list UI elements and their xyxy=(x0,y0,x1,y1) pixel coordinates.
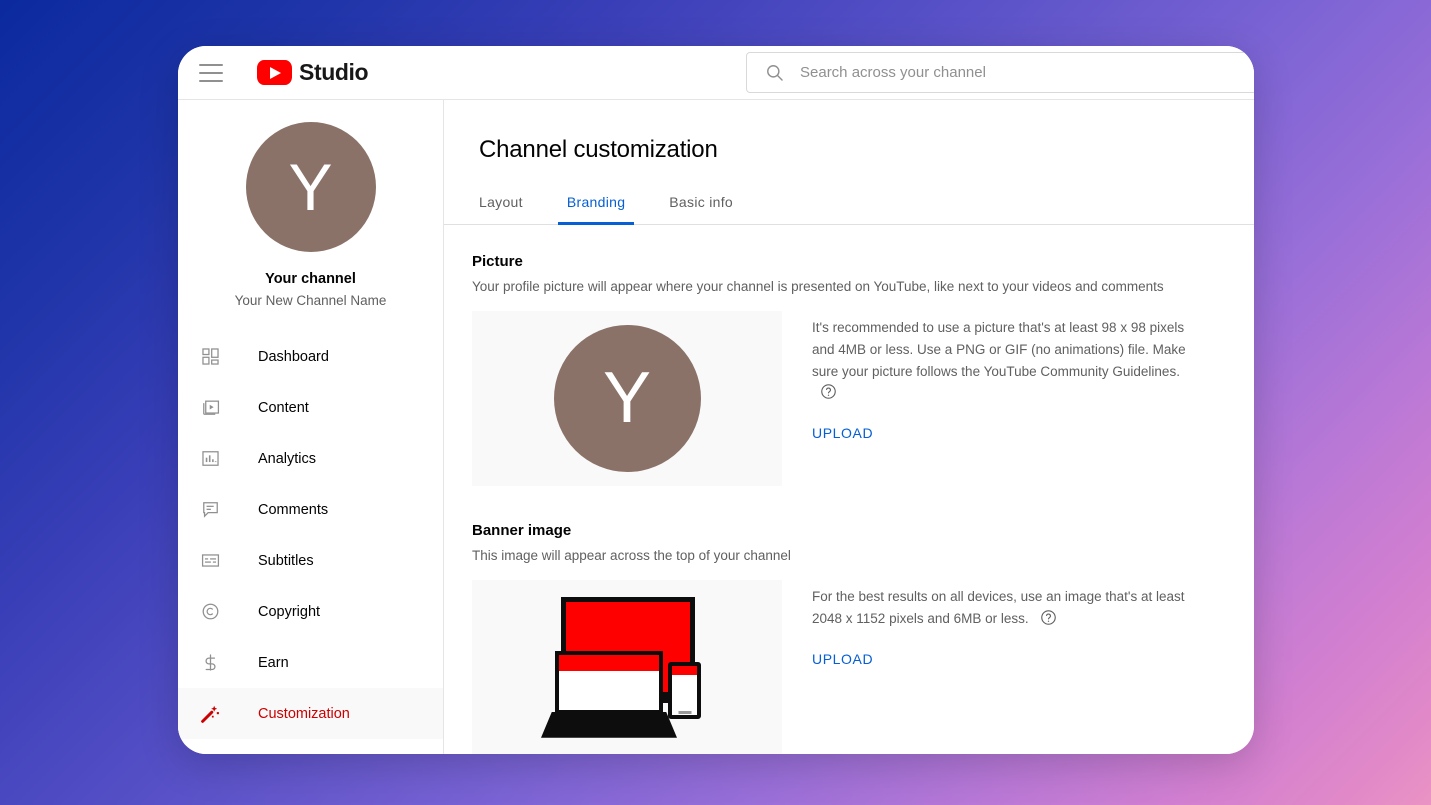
copyright-icon xyxy=(198,600,222,624)
section-title: Banner image xyxy=(472,522,1254,539)
help-circle-icon[interactable] xyxy=(1040,609,1057,633)
sidebar-item-label: Dashboard xyxy=(258,349,329,365)
help-circle-icon[interactable] xyxy=(820,383,837,407)
hamburger-bar xyxy=(199,80,223,82)
sidebar-item-label: Earn xyxy=(258,655,289,671)
tab-bar: Layout Branding Basic info xyxy=(444,188,1254,225)
sidebar-item-label: Analytics xyxy=(258,451,316,467)
picture-preview[interactable]: Y xyxy=(472,311,782,486)
dashboard-grid-icon xyxy=(198,345,222,369)
sidebar-item-label: Subtitles xyxy=(258,553,314,569)
comment-bubble-icon xyxy=(198,498,222,522)
brand-name-label: Studio xyxy=(299,59,368,86)
avatar-preview: Y xyxy=(554,325,701,472)
banner-preview[interactable] xyxy=(472,580,782,754)
hamburger-menu-icon[interactable] xyxy=(199,64,223,82)
sidebar-item-label: Content xyxy=(258,400,309,416)
avatar[interactable]: Y xyxy=(246,122,376,252)
banner-guidance: For the best results on all devices, use… xyxy=(812,580,1192,754)
channel-title: Your channel xyxy=(178,271,443,287)
main-content: Channel customization Layout Branding Ba… xyxy=(444,100,1254,754)
sidebar-item-content[interactable]: Content xyxy=(178,382,443,433)
sidebar-nav: Dashboard Content xyxy=(178,331,443,754)
subtitles-icon xyxy=(198,549,222,573)
magic-wand-icon xyxy=(198,702,222,726)
picture-guidance-text: It's recommended to use a picture that's… xyxy=(812,320,1186,379)
laptop-screen-banner xyxy=(559,655,659,671)
youtube-logo-icon xyxy=(257,60,292,85)
tab-layout[interactable]: Layout xyxy=(479,188,523,224)
section-body: For the best results on all devices, use… xyxy=(472,580,1254,754)
sidebar-item-partial[interactable] xyxy=(178,739,443,754)
phone-shape xyxy=(668,662,701,719)
sidebar-item-subtitles[interactable]: Subtitles xyxy=(178,535,443,586)
section-picture: Picture Your profile picture will appear… xyxy=(444,253,1254,486)
studio-brand-logo[interactable]: Studio xyxy=(257,59,368,86)
devices-illustration-icon xyxy=(537,595,717,740)
upload-picture-button[interactable]: UPLOAD xyxy=(812,425,873,441)
hamburger-bar xyxy=(199,72,223,74)
channel-name: Your New Channel Name xyxy=(178,293,443,308)
channel-summary: Y Your channel Your New Channel Name xyxy=(178,100,443,308)
studio-window: Studio Y Your channel Your New Channel N… xyxy=(178,46,1254,754)
sidebar-item-label: Copyright xyxy=(258,604,320,620)
dollar-sign-icon xyxy=(198,651,222,675)
search-icon xyxy=(765,63,784,82)
search-input[interactable] xyxy=(800,64,1254,81)
picture-guidance: It's recommended to use a picture that's… xyxy=(812,311,1192,486)
section-banner-image: Banner image This image will appear acro… xyxy=(444,522,1254,754)
sidebar-item-analytics[interactable]: Analytics xyxy=(178,433,443,484)
phone-home-button xyxy=(678,711,691,714)
sidebar-item-label: Customization xyxy=(258,706,350,722)
upload-banner-button[interactable]: UPLOAD xyxy=(812,651,873,667)
top-bar: Studio xyxy=(178,46,1254,100)
sidebar-item-dashboard[interactable]: Dashboard xyxy=(178,331,443,382)
analytics-bar-chart-icon xyxy=(198,447,222,471)
sidebar-item-customization[interactable]: Customization xyxy=(178,688,443,739)
sidebar-item-earn[interactable]: Earn xyxy=(178,637,443,688)
section-title: Picture xyxy=(472,253,1254,270)
sidebar-item-comments[interactable]: Comments xyxy=(178,484,443,535)
video-content-icon xyxy=(198,396,222,420)
banner-guidance-text: For the best results on all devices, use… xyxy=(812,589,1185,626)
tab-branding[interactable]: Branding xyxy=(567,188,625,224)
hamburger-bar xyxy=(199,64,223,66)
laptop-base-shape xyxy=(541,712,677,738)
section-body: Y It's recommended to use a picture that… xyxy=(472,311,1254,486)
laptop-shape xyxy=(555,651,663,714)
section-description: Your profile picture will appear where y… xyxy=(472,278,1254,297)
tab-basic-info[interactable]: Basic info xyxy=(669,188,733,224)
audio-library-icon xyxy=(198,753,222,755)
section-description: This image will appear across the top of… xyxy=(472,547,1254,566)
sidebar: Y Your channel Your New Channel Name Das… xyxy=(178,100,444,754)
page-title: Channel customization xyxy=(444,100,1254,164)
sidebar-item-label: Comments xyxy=(258,502,328,518)
search-bar[interactable] xyxy=(746,52,1254,93)
sidebar-item-copyright[interactable]: Copyright xyxy=(178,586,443,637)
phone-screen-banner xyxy=(672,666,697,675)
